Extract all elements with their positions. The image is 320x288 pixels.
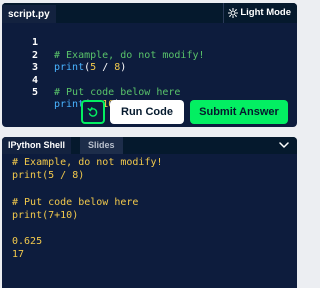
code-line: 3 [2, 50, 297, 73]
light-mode-button[interactable]: Light Mode [223, 3, 297, 23]
code-comment: # Put code below here [54, 86, 181, 98]
ipython-shell-panel: IPython Shell Slides # Example, do not m… [2, 137, 297, 288]
shell-output-line: 0.625 [12, 236, 43, 248]
editor-actions: Run Code Submit Answer [2, 99, 297, 125]
shell-output-line: print(5 / 8) [12, 170, 85, 182]
collapse-button[interactable] [271, 137, 297, 154]
shell-output-line [12, 182, 297, 195]
shell-output-line: # Put code below here [12, 196, 139, 208]
shell-output-line [12, 222, 297, 235]
shell-tab-bar: IPython Shell Slides [2, 137, 297, 154]
sun-icon [228, 8, 239, 18]
submit-answer-button[interactable]: Submit Answer [190, 100, 288, 124]
code-line: 4 # Put code below here [2, 62, 297, 98]
tab-script-py[interactable]: script.py [2, 3, 56, 23]
tab-slides[interactable]: Slides [80, 137, 123, 154]
code-editor-panel: script.py Light Mode 1 # Example, do not… [2, 3, 297, 127]
chevron-down-icon [279, 142, 289, 148]
tab-script-py-label: script.py [8, 9, 50, 20]
shell-output-line: # Example, do not modify! [12, 157, 163, 168]
code-line: 2 print(5 / 8) [2, 37, 297, 73]
run-code-button[interactable]: Run Code [110, 100, 184, 124]
code-line: 5 print(7+10) [2, 75, 297, 110]
code-area[interactable]: 1 # Example, do not modify! 2 print(5 / … [2, 25, 297, 110]
shell-output-line: 17 [12, 249, 25, 261]
reset-button[interactable] [81, 100, 105, 124]
light-mode-label: Light Mode [240, 7, 291, 18]
line-number: 5 [31, 86, 38, 98]
shell-output[interactable]: # Example, do not modify! print(5 / 8) #… [2, 156, 297, 262]
editor-tab-bar: script.py Light Mode [2, 3, 297, 23]
tab-ipython-shell[interactable]: IPython Shell [2, 137, 72, 154]
code-line: 1 # Example, do not modify! [2, 25, 297, 60]
shell-output-line: print(7+10) [12, 209, 79, 221]
reset-icon [87, 107, 98, 117]
